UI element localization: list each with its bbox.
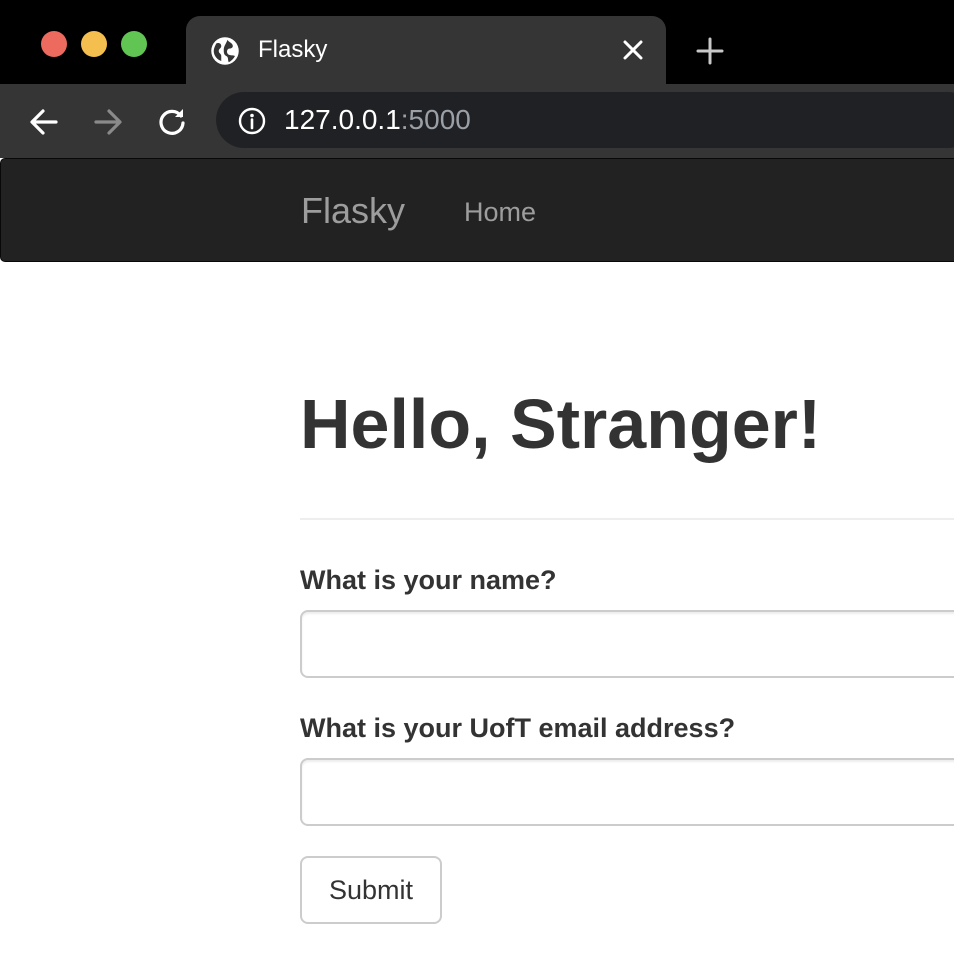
page-title: Hello, Stranger! — [300, 385, 822, 463]
info-icon[interactable] — [238, 107, 266, 135]
window-zoom-button[interactable] — [121, 31, 147, 57]
arrow-left-icon[interactable] — [28, 106, 60, 138]
site-navbar: Flasky Home — [0, 158, 954, 262]
email-label: What is your UofT email address? — [300, 713, 736, 743]
address-bar[interactable]: 127.0.0.1:5000 — [216, 92, 954, 148]
close-icon[interactable] — [622, 39, 644, 61]
submit-button[interactable]: Submit — [300, 856, 442, 924]
url-port: :5000 — [400, 104, 471, 135]
reload-icon[interactable] — [156, 106, 188, 138]
url-host: 127.0.0.1 — [284, 104, 401, 135]
name-label: What is your name? — [300, 565, 557, 595]
browser-tab-strip: Flasky — [0, 0, 954, 84]
nav-link-home[interactable]: Home — [464, 196, 536, 228]
window-minimize-button[interactable] — [81, 31, 107, 57]
browser-tab-active[interactable]: Flasky — [186, 16, 666, 84]
header-divider — [300, 518, 954, 520]
plus-icon[interactable] — [696, 37, 724, 65]
email-field[interactable] — [300, 758, 954, 826]
arrow-right-icon[interactable] — [92, 106, 124, 138]
window-close-button[interactable] — [41, 31, 67, 57]
address-bar-url: 127.0.0.1:5000 — [284, 104, 471, 136]
navbar-brand[interactable]: Flasky — [301, 190, 405, 232]
tab-title: Flasky — [258, 36, 328, 63]
globe-icon — [211, 37, 239, 65]
browser-toolbar: 127.0.0.1:5000 — [0, 84, 954, 158]
name-field[interactable] — [300, 610, 954, 678]
